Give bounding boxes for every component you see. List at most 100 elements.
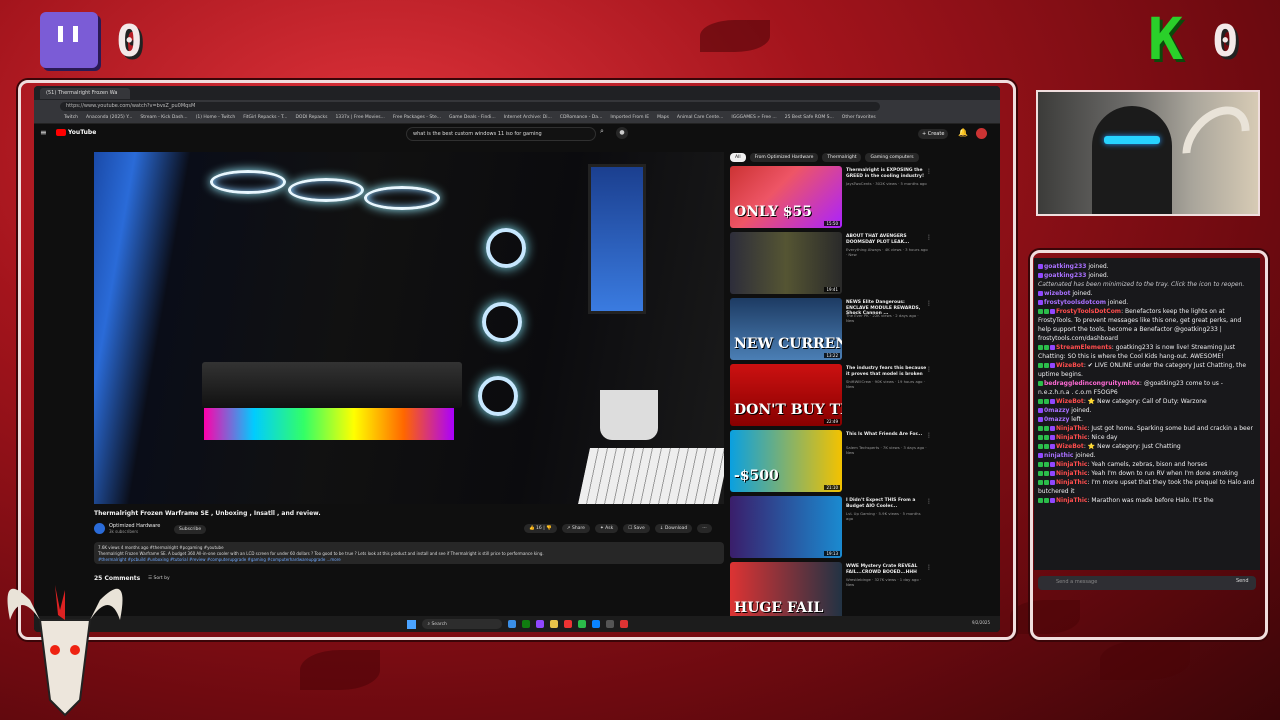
file-explorer-icon[interactable]	[549, 620, 558, 628]
chat-username[interactable]: ninjathic	[1044, 452, 1073, 459]
bookmark-item[interactable]: Animal Care Cente...	[677, 115, 723, 120]
video-thumbnail[interactable]: HUGE FAIL	[730, 562, 842, 624]
search-input[interactable]: what is the best custom windows 11 iso f…	[406, 127, 596, 141]
youtube-logo[interactable]: YouTube	[56, 129, 96, 136]
video-thumbnail[interactable]: DON'T BUY THIS22:49	[730, 364, 842, 426]
more-actions-icon[interactable]: ⋯	[697, 524, 712, 533]
bookmark-item[interactable]: FitGirl Repacks - T...	[243, 115, 287, 120]
like-button[interactable]: 👍 16 | 👎	[524, 524, 557, 533]
chat-username[interactable]: NinjaThic	[1056, 461, 1087, 468]
app-icon[interactable]	[605, 620, 614, 628]
filter-chip[interactable]: All	[730, 153, 746, 162]
more-options-icon[interactable]: ⋮	[926, 300, 932, 307]
more-options-icon[interactable]: ⋮	[926, 168, 932, 175]
recommended-video[interactable]: 19:13 I Didn't Expect THIS From a Budget …	[730, 496, 932, 560]
more-options-icon[interactable]: ⋮	[926, 498, 932, 505]
video-title[interactable]: I Didn't Expect THIS From a Budget AIO C…	[846, 498, 928, 509]
app-icon[interactable]	[577, 620, 586, 628]
recommended-video[interactable]: 19:41 ABOUT THAT AVENGERS DOOMSDAY PLOT L…	[730, 232, 932, 296]
video-thumbnail[interactable]: 19:13	[730, 496, 842, 558]
more-options-icon[interactable]: ⋮	[926, 366, 932, 373]
video-description[interactable]: 7.6K views 4 months ago #thermalright #p…	[94, 542, 724, 564]
ask-button[interactable]: ✦ Ask	[594, 524, 619, 533]
subscribe-button[interactable]: Subscribe	[174, 525, 207, 534]
browser-tab[interactable]: (51) Thermalright Frozen Wa	[40, 87, 130, 99]
taskbar-search[interactable]: ⌕ Search	[421, 619, 502, 629]
chat-username[interactable]: WizeBot	[1056, 398, 1084, 405]
bookmark-item[interactable]: Internet Archive: Di...	[504, 115, 552, 120]
share-button[interactable]: ↗ Share	[561, 524, 590, 533]
chat-username[interactable]: NinjaThic	[1056, 479, 1087, 486]
app-icon[interactable]	[563, 620, 572, 628]
chat-username[interactable]: bedraggledincongruitymh0x	[1044, 380, 1140, 387]
chat-username[interactable]: WizeBot	[1056, 443, 1084, 450]
bookmark-item[interactable]: Other favorites	[842, 115, 876, 120]
bookmark-item[interactable]: Game Deals - Findi...	[449, 115, 496, 120]
bookmark-item[interactable]: IGGGAMES » Free ...	[731, 115, 776, 120]
bookmark-item[interactable]: Anaconda (2025) Y...	[86, 115, 132, 120]
chat-username[interactable]: NinjaThic	[1056, 497, 1087, 504]
recommended-video[interactable]: -$500 21:10 This Is What Friends Are For..…	[730, 430, 932, 494]
chat-username[interactable]: 0mazzy	[1044, 407, 1069, 414]
chat-username[interactable]: goatking233	[1044, 263, 1086, 270]
video-title[interactable]: Thermalright is EXPOSING the GREED in th…	[846, 168, 928, 179]
chat-username[interactable]: 0mazzy	[1044, 416, 1069, 423]
bookmark-item[interactable]: Free Packages - Ste...	[393, 115, 441, 120]
menu-icon[interactable]: ≡	[40, 128, 47, 137]
video-title[interactable]: ABOUT THAT AVENGERS DOOMSDAY PLOT LEAK..…	[846, 234, 928, 245]
chat-username[interactable]: wizebot	[1044, 290, 1070, 297]
system-tray-clock[interactable]: 9/2/2025	[972, 620, 990, 625]
more-options-icon[interactable]: ⋮	[926, 234, 932, 241]
video-thumbnail[interactable]: ONLY $55 15:50	[730, 166, 842, 228]
chat-username[interactable]: NinjaThic	[1056, 425, 1087, 432]
channel-avatar[interactable]	[94, 523, 105, 534]
edge-icon[interactable]	[591, 620, 600, 628]
video-title[interactable]: This Is What Friends Are For...	[846, 432, 928, 438]
bookmark-item[interactable]: Stream - Kick Dash...	[140, 115, 187, 120]
chat-username[interactable]: FrostyToolsDotCom	[1056, 308, 1121, 315]
xbox-icon[interactable]	[521, 620, 530, 628]
send-button[interactable]: Send	[1236, 578, 1249, 584]
chat-username[interactable]: NinjaThic	[1056, 434, 1087, 441]
microphone-icon[interactable]: ●	[616, 127, 628, 139]
sort-comments-button[interactable]: ☰ Sort by	[148, 576, 170, 581]
bookmark-item[interactable]: (1) Home - Twitch	[196, 115, 236, 120]
video-title[interactable]: WWE Mystery Crate REVEAL FAIL...CROWD BO…	[846, 564, 928, 575]
chat-username[interactable]: StreamElements	[1056, 344, 1112, 351]
bookmark-item[interactable]: Twitch	[64, 115, 78, 120]
chat-username[interactable]: goatking233	[1044, 272, 1086, 279]
download-button[interactable]: ↓ Download	[654, 524, 693, 533]
bell-icon[interactable]: 🔔	[958, 128, 968, 137]
task-view-icon[interactable]	[507, 620, 516, 628]
save-button[interactable]: ☐ Save	[623, 524, 650, 533]
bookmark-item[interactable]: Imported From IE	[610, 115, 649, 120]
search-icon[interactable]: ⌕	[594, 127, 610, 141]
chat-username[interactable]: frostytoolsdotcom	[1044, 299, 1106, 306]
recommended-video[interactable]: ONLY $55 15:50 Thermalright is EXPOSING th…	[730, 166, 932, 230]
bookmark-item[interactable]: 25 Best Safe ROM S...	[785, 115, 834, 120]
recommended-video[interactable]: NEW CURRENCY EXPOSED13:22NEWS Elite Dang…	[730, 298, 932, 362]
chat-panel[interactable]: goatking233 joined. goatking233 joined. Ca…	[1034, 258, 1260, 570]
more-options-icon[interactable]: ⋮	[926, 432, 932, 439]
chat-username[interactable]: NinjaThic	[1056, 470, 1087, 477]
channel-info[interactable]: Optimized Hardware 3k subscribers	[94, 523, 160, 534]
bookmark-item[interactable]: 1337x | Free Movies...	[335, 115, 384, 120]
filter-chip[interactable]: From Optimized Hardware	[749, 153, 819, 162]
bookmark-item[interactable]: DODI Repacks	[295, 115, 327, 120]
video-thumbnail[interactable]: 19:41	[730, 232, 842, 294]
avatar[interactable]	[976, 128, 987, 139]
address-bar[interactable]: https://www.youtube.com/watch?v=bvsZ_pu0…	[60, 101, 880, 111]
twitch-app-icon[interactable]	[535, 620, 544, 628]
windows-start-icon[interactable]	[406, 619, 416, 629]
chat-input[interactable]: Send a message	[1038, 576, 1256, 590]
video-player[interactable]	[94, 152, 724, 504]
video-thumbnail[interactable]: NEW CURRENCY EXPOSED13:22	[730, 298, 842, 360]
bookmark-item[interactable]: Maps	[657, 115, 669, 120]
more-options-icon[interactable]: ⋮	[926, 564, 932, 571]
create-button[interactable]: + Create	[918, 129, 949, 139]
bookmark-item[interactable]: CDRomance - Da...	[560, 115, 603, 120]
video-title[interactable]: The industry fears this because it prove…	[846, 366, 928, 377]
filter-chip[interactable]: Gaming computers	[865, 153, 919, 162]
video-thumbnail[interactable]: -$500 21:10	[730, 430, 842, 492]
app-icon[interactable]	[619, 620, 628, 628]
